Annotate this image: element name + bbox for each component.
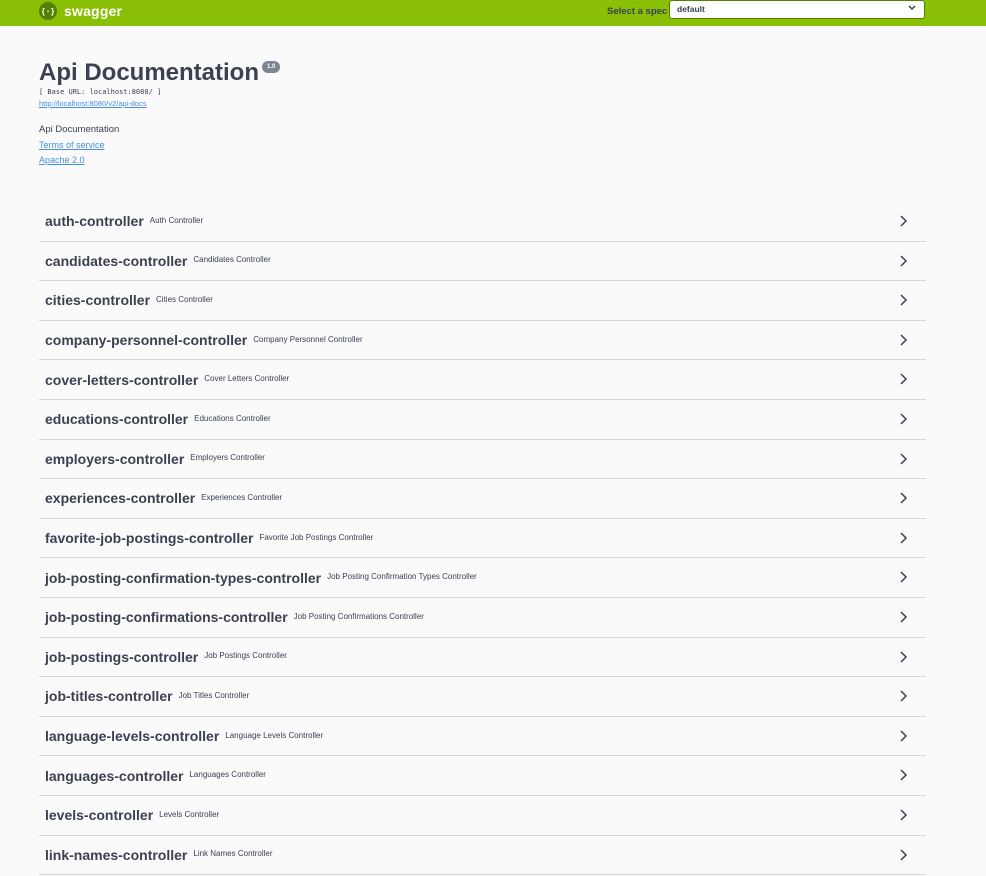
svg-text:{·}: {·} (42, 7, 54, 16)
tag-description: Auth Controller (149, 215, 204, 225)
api-docs-link[interactable]: http://localhost:8080/v2/api-docs (39, 99, 926, 108)
swagger-logo-icon: {·} (39, 2, 57, 20)
tag-name: experiences-controller (45, 490, 196, 507)
tag-name: job-postings-controller (45, 648, 199, 665)
tag-description: Levels Controller (159, 809, 220, 819)
tag-description: Job Titles Controller (178, 690, 250, 700)
tag-name: candidates-controller (45, 252, 188, 269)
tag-description: Link Names Controller (193, 849, 273, 859)
chevron-right-icon (900, 532, 908, 544)
chevron-right-icon (900, 651, 908, 663)
chevron-right-icon (900, 294, 908, 306)
tag-row[interactable]: link-names-controller Link Names Controll… (39, 836, 926, 876)
tag-name: auth-controller (45, 213, 144, 230)
tag-description: Cover Letters Controller (204, 374, 290, 384)
chevron-right-icon (900, 492, 908, 504)
tag-row[interactable]: levels-controller Levels Controller (39, 796, 926, 836)
chevron-right-icon (900, 769, 908, 781)
tag-description: Company Personnel Controller (253, 334, 363, 344)
api-description: Api Documentation (39, 124, 120, 135)
chevron-right-icon (900, 215, 908, 227)
tag-name: job-titles-controller (45, 688, 173, 705)
tag-row[interactable]: cover-letters-controller Cover Letters Co… (39, 360, 926, 400)
tag-name: cities-controller (45, 292, 151, 309)
chevron-right-icon (900, 413, 908, 425)
chevron-right-icon (900, 611, 908, 623)
tag-row[interactable]: language-levels-controller Language Level… (39, 717, 926, 757)
tag-description: Experiences Controller (201, 492, 283, 502)
tag-description: Job Posting Confirmations Controller (293, 611, 424, 621)
tag-description: Languages Controller (189, 770, 266, 780)
tag-row[interactable]: educations-controller Educations Controll… (39, 400, 926, 440)
tag-description: Cities Controller (156, 294, 213, 304)
tag-name: language-levels-controller (45, 728, 220, 745)
chevron-right-icon (900, 848, 908, 861)
tag-row[interactable]: job-posting-confirmations-controller Job … (39, 598, 926, 638)
tag-description: Job Posting Confirmation Types Controlle… (327, 572, 477, 582)
topbar: {·} swagger Select a spec default (0, 0, 986, 26)
tag-name: company-personnel-controller (45, 332, 248, 349)
tag-name: favorite-job-postings-controller (45, 530, 254, 547)
version-badge: 1.0 (262, 61, 281, 73)
spec-select[interactable]: default (669, 0, 925, 19)
page-title: Api Documentation (39, 59, 259, 86)
chevron-right-icon (900, 690, 908, 702)
tag-description: Favorite Job Postings Controller (259, 532, 374, 542)
api-info: Api Documentation 1.0 [ Base URL: localh… (39, 58, 926, 165)
spec-select-value: default (677, 4, 705, 14)
tag-row[interactable]: favorite-job-postings-controller Favorite… (39, 519, 926, 559)
tag-name: link-names-controller (45, 846, 188, 863)
terms-of-service-link[interactable]: Terms of service (39, 140, 926, 150)
tag-row[interactable]: employers-controller Employers Controller (39, 440, 926, 480)
brand-name: swagger (64, 3, 123, 19)
tag-row[interactable]: job-postings-controller Job Postings Cont… (39, 638, 926, 678)
chevron-right-icon (900, 453, 908, 465)
tag-name: cover-letters-controller (45, 371, 199, 388)
tag-row[interactable]: cities-controller Cities Controller (39, 281, 926, 321)
chevron-right-icon (900, 571, 908, 583)
tag-description: Employers Controller (190, 453, 265, 463)
chevron-right-icon (900, 255, 908, 267)
tag-description: Language Levels Controller (225, 730, 324, 740)
tag-name: languages-controller (45, 767, 184, 784)
tag-row[interactable]: auth-controller Auth Controller (39, 202, 926, 242)
chevron-right-icon (900, 373, 908, 385)
tag-name: levels-controller (45, 807, 154, 824)
chevron-down-icon (908, 5, 916, 11)
license-link[interactable]: Apache 2.0 (39, 155, 926, 165)
tag-name: educations-controller (45, 411, 189, 428)
tag-row[interactable]: languages-controller Languages Controller (39, 756, 926, 796)
tag-list: auth-controller Auth Controller candidates… (39, 202, 926, 876)
tag-row[interactable]: job-posting-confirmation-types-controlle… (39, 558, 926, 598)
tag-name: job-posting-confirmations-controller (45, 609, 288, 626)
tag-description: Job Postings Controller (204, 651, 287, 661)
base-url: [ Base URL: localhost:8080/ ] (39, 88, 162, 96)
tag-description: Educations Controller (194, 413, 271, 423)
tag-row[interactable]: job-titles-controller Job Titles Controll… (39, 677, 926, 717)
tag-name: job-posting-confirmation-types-controlle… (45, 569, 322, 586)
chevron-right-icon (900, 809, 908, 821)
tag-row[interactable]: company-personnel-controller Company Pers… (39, 321, 926, 361)
chevron-right-icon (900, 334, 908, 346)
chevron-right-icon (900, 730, 908, 742)
swagger-logo[interactable]: {·} swagger (39, 2, 122, 20)
tag-description: Candidates Controller (193, 255, 271, 265)
spec-label: Select a spec (607, 6, 668, 17)
tag-row[interactable]: experiences-controller Experiences Contro… (39, 479, 926, 519)
tag-row[interactable]: candidates-controller Candidates Controll… (39, 242, 926, 282)
tag-name: employers-controller (45, 450, 185, 467)
